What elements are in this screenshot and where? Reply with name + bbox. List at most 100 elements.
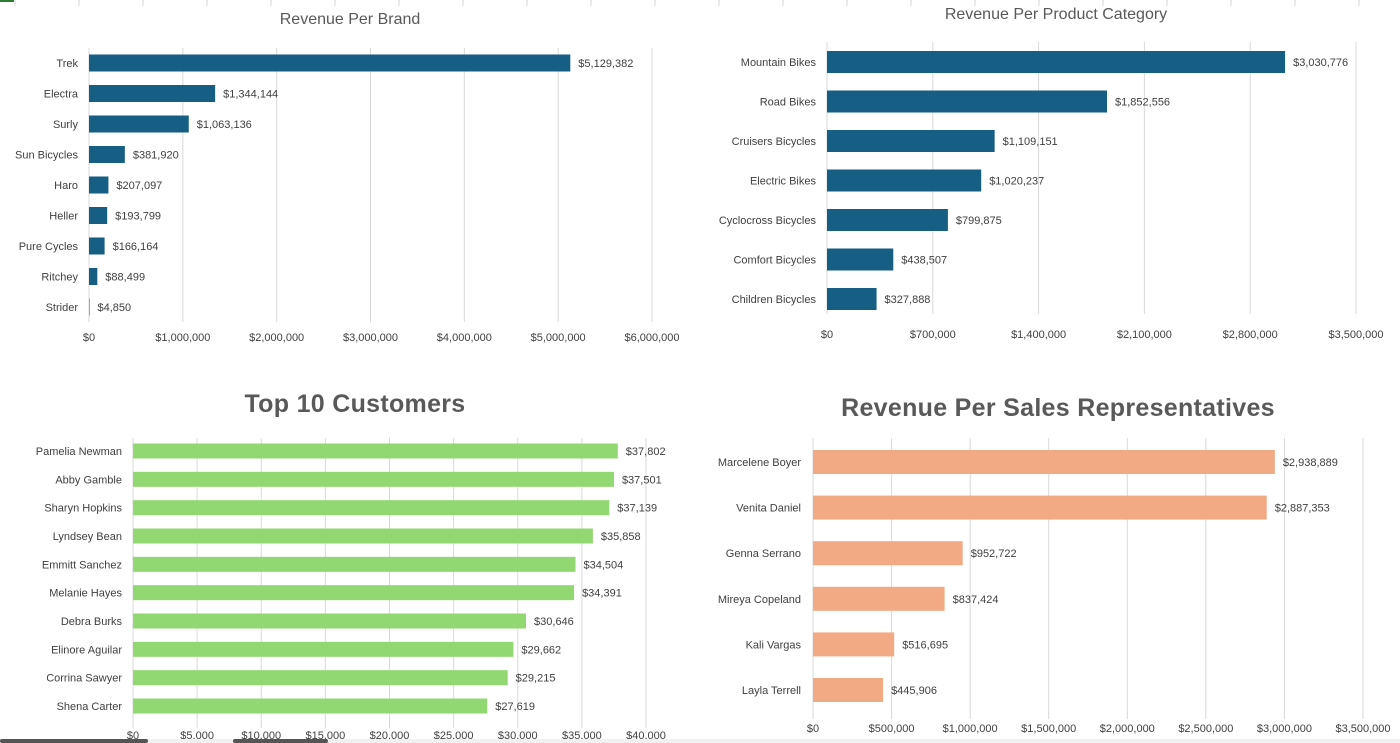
- x-tick-label: $1,500,000: [1021, 723, 1076, 735]
- revenue-per-brand-chart[interactable]: Revenue Per Brand $0 $1,000,000 $2,000,000…: [0, 0, 700, 360]
- x-tick-label: $0: [821, 329, 833, 341]
- category-label: Venita Daniel: [736, 503, 801, 515]
- data-label: $799,875: [956, 215, 1002, 227]
- chart-plot: $0 $1,000,000 $2,000,000 $3,000,000 $4,000,0…: [15, 48, 680, 344]
- bar[interactable]: [827, 51, 1286, 73]
- data-label: $952,722: [971, 548, 1017, 560]
- bar[interactable]: [89, 298, 90, 316]
- data-label: $1,020,237: [989, 176, 1044, 188]
- category-label: Kali Vargas: [746, 639, 802, 651]
- bar[interactable]: [813, 632, 895, 657]
- data-label: $438,507: [901, 255, 947, 267]
- bar[interactable]: [133, 641, 514, 657]
- category-label: Ritchey: [41, 272, 78, 284]
- data-label: $37,802: [626, 446, 666, 458]
- data-label: $27,619: [495, 701, 535, 713]
- scrollbar-thumb[interactable]: [233, 739, 328, 743]
- category-label: Elinore Aguilar: [51, 644, 122, 656]
- bar[interactable]: [813, 586, 945, 611]
- category-label: Strider: [46, 302, 79, 314]
- category-label: Melanie Hayes: [49, 588, 122, 600]
- data-label: $37,139: [617, 503, 657, 515]
- data-label: $2,938,889: [1283, 457, 1338, 469]
- bar[interactable]: [89, 115, 189, 133]
- bar[interactable]: [827, 90, 1108, 113]
- data-label: $29,215: [516, 673, 556, 685]
- category-label: Sun Bicycles: [15, 150, 78, 162]
- x-tick-label: $3,000,000: [343, 332, 398, 344]
- bar[interactable]: [133, 443, 618, 459]
- scrollbar-thumb[interactable]: [0, 739, 148, 743]
- data-label: $34,391: [582, 588, 622, 600]
- bar[interactable]: [133, 556, 576, 572]
- data-label: $166,164: [113, 241, 159, 253]
- category-label: Pamelia Newman: [36, 446, 122, 458]
- data-label: $1,109,151: [1003, 136, 1058, 148]
- data-label: $29,662: [521, 644, 561, 656]
- category-label: Abby Gamble: [55, 474, 122, 486]
- bar[interactable]: [827, 169, 982, 192]
- bar[interactable]: [89, 176, 109, 194]
- category-label: Comfort Bicycles: [733, 255, 816, 267]
- bar[interactable]: [827, 209, 948, 231]
- x-tick-label: $3,000,000: [1257, 723, 1312, 735]
- x-tick-label: $5,000,000: [531, 332, 586, 344]
- data-label: $207,097: [116, 180, 162, 192]
- bar[interactable]: [133, 471, 614, 487]
- category-label: Corrina Sawyer: [46, 673, 122, 685]
- data-label: $37,501: [622, 474, 662, 486]
- bar[interactable]: [89, 85, 216, 102]
- x-tick-label: $2,500,000: [1178, 723, 1233, 735]
- data-label: $445,906: [891, 685, 937, 697]
- x-tick-label: $0: [83, 332, 95, 344]
- bar[interactable]: [133, 698, 488, 714]
- bar[interactable]: [133, 528, 593, 544]
- chart-plot: $0 $5,000 $10,000 $15,000 $20,000 $25,000 $30,…: [36, 438, 666, 742]
- bar[interactable]: [133, 670, 508, 686]
- data-label: $1,852,556: [1115, 97, 1170, 109]
- x-tick-label: $1,000,000: [943, 723, 998, 735]
- x-tick-label: $6,000,000: [624, 332, 679, 344]
- chart-plot: $0 $700,000 $1,400,000 $2,100,000 $2,800,000…: [719, 42, 1384, 341]
- bar[interactable]: [827, 288, 877, 310]
- data-label: $516,695: [902, 639, 948, 651]
- bar[interactable]: [827, 248, 894, 271]
- bar[interactable]: [89, 237, 105, 255]
- data-label: $30,646: [534, 616, 574, 628]
- x-tick-label: $500,000: [869, 723, 915, 735]
- category-label: Trek: [56, 58, 78, 70]
- category-label: Layla Terrell: [742, 685, 801, 697]
- category-label: Surly: [53, 119, 79, 131]
- category-label: Heller: [49, 211, 78, 223]
- bar[interactable]: [813, 495, 1267, 520]
- revenue-per-product-category-chart[interactable]: Revenue Per Product Category $0 $700,000 $…: [700, 0, 1400, 360]
- category-label: Mireya Copeland: [718, 594, 801, 606]
- bar[interactable]: [89, 207, 108, 224]
- x-tick-label: $4,000,000: [437, 332, 492, 344]
- category-label: Sharyn Hopkins: [44, 503, 122, 515]
- bar[interactable]: [133, 500, 610, 516]
- bar[interactable]: [89, 146, 125, 163]
- bar[interactable]: [813, 678, 884, 702]
- bar[interactable]: [133, 613, 527, 629]
- revenue-per-sales-representatives-chart[interactable]: Revenue Per Sales Representatives $0 $500…: [700, 380, 1400, 743]
- top-10-customers-chart[interactable]: Top 10 Customers $0 $5,000 $10,000 $15,000 $…: [0, 380, 700, 743]
- data-label: $1,063,136: [197, 119, 252, 131]
- category-label: Marcelene Boyer: [718, 457, 801, 469]
- bar[interactable]: [813, 541, 963, 566]
- data-label: $327,888: [885, 294, 931, 306]
- sheet-edge: [0, 739, 1400, 743]
- category-label: Emmitt Sanchez: [42, 559, 122, 571]
- bar[interactable]: [89, 268, 98, 285]
- x-tick-label: $1,000,000: [155, 332, 210, 344]
- bar[interactable]: [133, 585, 575, 601]
- x-tick-label: $2,000,000: [249, 332, 304, 344]
- x-tick-label: $700,000: [910, 329, 956, 341]
- bar[interactable]: [813, 450, 1275, 474]
- bar[interactable]: [827, 130, 995, 152]
- bar[interactable]: [89, 54, 571, 72]
- x-tick-label: $3,500,000: [1328, 329, 1383, 341]
- x-tick-label: $2,100,000: [1117, 329, 1172, 341]
- category-label: Haro: [54, 180, 78, 192]
- category-label: Shena Carter: [57, 701, 123, 713]
